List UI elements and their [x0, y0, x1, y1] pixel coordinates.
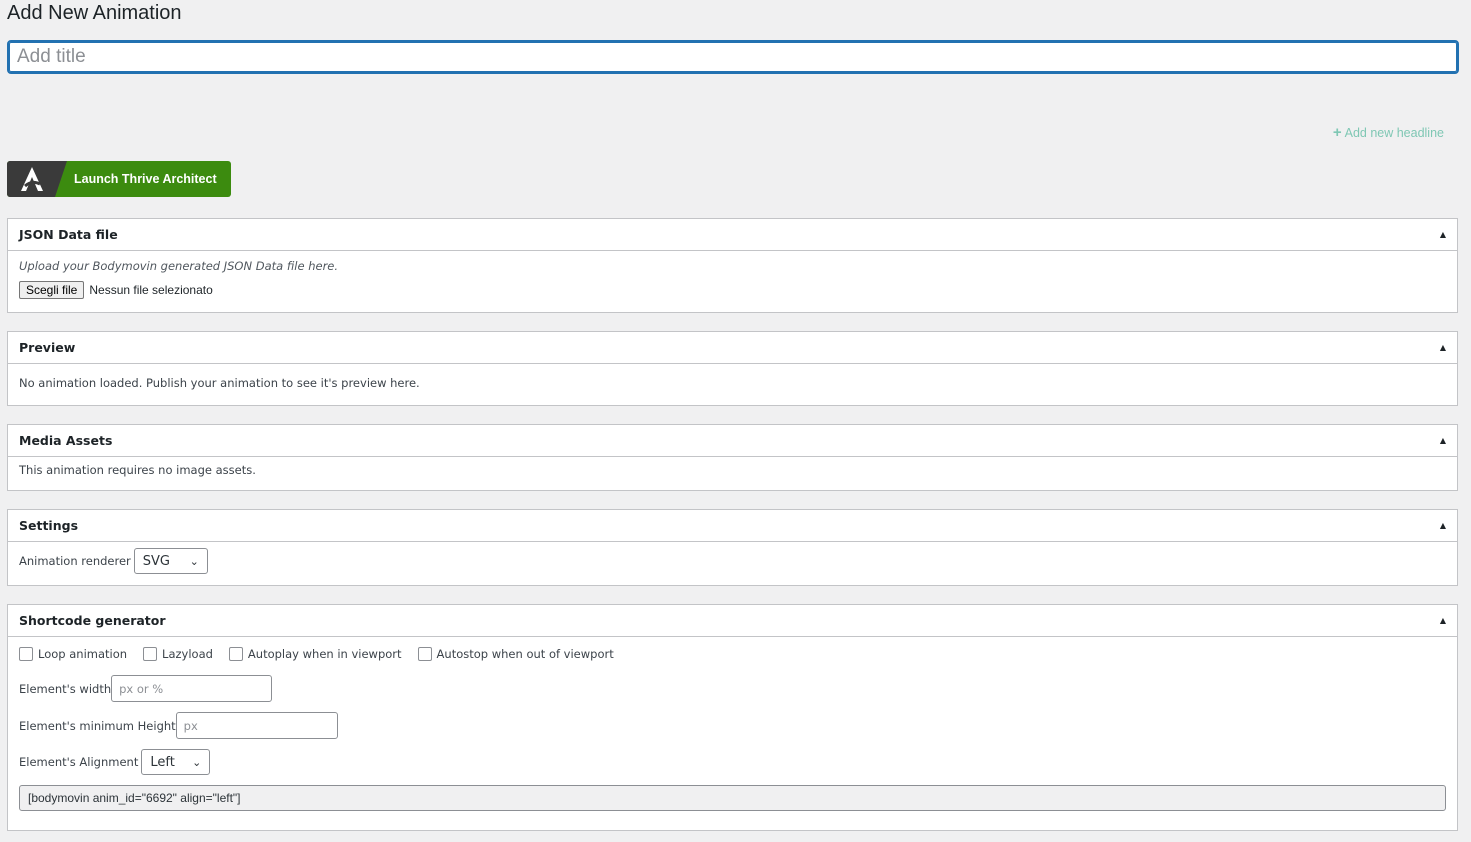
add-new-headline-label: Add new headline: [1344, 126, 1444, 140]
element-alignment-select[interactable]: Left ⌄: [141, 749, 211, 775]
checkbox-box[interactable]: [19, 647, 33, 661]
json-data-file-header[interactable]: JSON Data file ▲: [8, 219, 1457, 251]
settings-box: Settings ▲ Animation renderer SVG ⌄: [7, 509, 1458, 586]
file-status: Nessun file selezionato: [89, 283, 213, 297]
thrive-architect-logo-icon: [7, 161, 67, 197]
autostop-viewport-checkbox[interactable]: Autostop when out of viewport: [417, 647, 614, 661]
animation-renderer-select[interactable]: SVG ⌄: [133, 548, 208, 574]
preview-header[interactable]: Preview ▲: [8, 332, 1457, 364]
shortcode-text: [bodymovin anim_id="6692" align="left"]: [28, 791, 241, 805]
preview-message: No animation loaded. Publish your animat…: [19, 376, 420, 390]
checkbox-box[interactable]: [417, 647, 432, 661]
checkbox-label: Loop animation: [38, 647, 128, 661]
title-input[interactable]: [7, 40, 1459, 74]
element-min-height-label: Element's minimum Height: [19, 718, 176, 733]
choose-file-button[interactable]: Scegli file: [19, 281, 85, 299]
chevron-down-icon: ⌄: [189, 554, 199, 568]
checkbox-box[interactable]: [228, 647, 243, 661]
preview-title: Preview: [19, 340, 76, 355]
json-upload-hint: Upload your Bodymovin generated JSON Dat…: [19, 259, 339, 273]
loop-animation-checkbox[interactable]: Loop animation: [19, 647, 127, 661]
autoplay-viewport-checkbox[interactable]: Autoplay when in viewport: [228, 647, 402, 661]
chevron-down-icon: ⌄: [192, 755, 202, 769]
media-assets-box: Media Assets ▲ This animation requires n…: [7, 424, 1458, 491]
media-assets-message: This animation requires no image assets.: [19, 463, 256, 477]
collapse-arrow-icon[interactable]: ▲: [1440, 436, 1446, 445]
element-alignment-value: Left: [150, 754, 175, 770]
add-new-headline-link[interactable]: + Add new headline: [1333, 124, 1444, 141]
checkbox-label: Autostop when out of viewport: [436, 647, 614, 661]
shortcode-generator-title: Shortcode generator: [19, 613, 166, 628]
element-width-label: Element's width: [19, 681, 112, 696]
json-data-file-title: JSON Data file: [19, 227, 118, 242]
lazyload-checkbox[interactable]: Lazyload: [143, 647, 213, 661]
launch-thrive-architect-button[interactable]: Launch Thrive Architect: [7, 161, 231, 197]
plus-icon: +: [1332, 124, 1342, 141]
checkbox-label: Lazyload: [162, 647, 213, 661]
checkbox-box[interactable]: [143, 647, 158, 661]
json-data-file-box: JSON Data file ▲ Upload your Bodymovin g…: [7, 218, 1458, 313]
settings-header[interactable]: Settings ▲: [8, 510, 1457, 542]
shortcode-generator-header[interactable]: Shortcode generator ▲: [8, 605, 1457, 637]
collapse-arrow-icon[interactable]: ▲: [1440, 343, 1446, 352]
collapse-arrow-icon[interactable]: ▲: [1440, 521, 1446, 530]
collapse-arrow-icon[interactable]: ▲: [1440, 230, 1446, 239]
animation-renderer-value: SVG: [142, 553, 170, 569]
page-title: Add New Animation: [7, 2, 182, 24]
checkbox-label: Autoplay when in viewport: [247, 647, 402, 661]
media-assets-title: Media Assets: [19, 433, 113, 448]
shortcode-generator-box: Shortcode generator ▲ Loop animation Laz…: [7, 604, 1458, 831]
animation-renderer-label: Animation renderer: [19, 554, 131, 568]
launch-button-label: Launch Thrive Architect: [74, 172, 217, 186]
shortcode-output[interactable]: [bodymovin anim_id="6692" align="left"]: [19, 785, 1446, 811]
collapse-arrow-icon[interactable]: ▲: [1440, 616, 1446, 625]
element-min-height-input[interactable]: [175, 712, 338, 739]
media-assets-header[interactable]: Media Assets ▲: [8, 425, 1457, 457]
settings-title: Settings: [19, 518, 79, 533]
element-alignment-label: Element's Alignment: [19, 755, 139, 769]
element-width-input[interactable]: [111, 675, 273, 702]
preview-box: Preview ▲ No animation loaded. Publish y…: [7, 331, 1458, 406]
